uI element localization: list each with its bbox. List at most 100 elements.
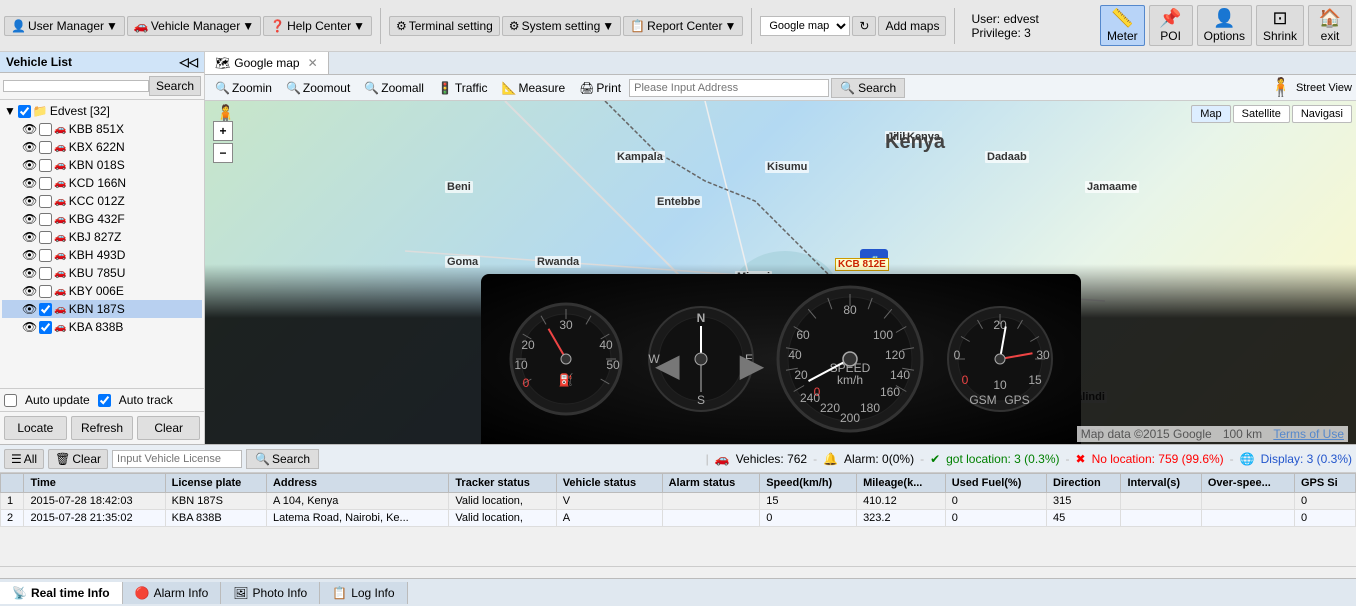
list-item[interactable]: 👁 🚗 KBH 493D	[2, 246, 202, 264]
print-btn[interactable]: 🖨 Print	[573, 79, 627, 97]
map-label-entebbe: Entebbe	[655, 196, 702, 208]
clear-button[interactable]: Clear	[137, 416, 200, 440]
list-item[interactable]: 👁 🚗 KBX 622N	[2, 138, 202, 156]
poi-btn[interactable]: 📌 POI	[1149, 5, 1193, 46]
table-row[interactable]: 2 2015-07-28 21:35:02 KBA 838B Latema Ro…	[1, 510, 1356, 527]
map-view-btn[interactable]: Map	[1191, 105, 1230, 123]
add-maps-btn[interactable]: Add maps	[878, 16, 946, 36]
zoomout-btn[interactable]: 🔍 Zoomout	[280, 79, 356, 97]
cell-interval	[1121, 493, 1201, 510]
v9-checkbox[interactable]	[39, 267, 52, 280]
svg-text:120: 120	[885, 348, 905, 362]
log-tab[interactable]: 📋 Log Info	[320, 582, 407, 604]
list-item[interactable]: 👁 🚗 KBB 851X	[2, 120, 202, 138]
report-center-btn[interactable]: 📋 Report Center ▼	[623, 16, 743, 36]
car-icon: 🚗	[54, 322, 66, 333]
horizontal-scrollbar[interactable]	[0, 566, 1356, 578]
zoomin-btn[interactable]: 🔍 Zoomin	[209, 79, 278, 97]
refresh-button[interactable]: Refresh	[71, 416, 134, 440]
table-row[interactable]: 1 2015-07-28 18:42:03 KBN 187S A 104, Ke…	[1, 493, 1356, 510]
svg-text:⛽: ⛽	[559, 373, 574, 387]
zoomall-icon: 🔍	[364, 81, 379, 95]
meter-btn[interactable]: 📏 Meter	[1100, 5, 1145, 46]
v12-checkbox[interactable]	[39, 321, 52, 334]
v4-checkbox[interactable]	[39, 177, 52, 190]
list-item[interactable]: 👁 🚗 KBN 018S	[2, 156, 202, 174]
zoom-out-btn[interactable]: −	[213, 143, 233, 163]
shrink-btn[interactable]: ⊡ Shrink	[1256, 5, 1304, 46]
photo-tab[interactable]: 🖼 Photo Info	[221, 582, 320, 604]
second-row-menus: ⚙ Terminal setting ⚙ System setting ▼ 📋 …	[389, 16, 743, 36]
measure-icon: 📐	[502, 81, 517, 95]
list-item[interactable]: 👁 🚗 KBA 838B	[2, 318, 202, 336]
data-table: Time License plate Address Tracker statu…	[0, 473, 1356, 566]
next-arrow[interactable]: ▶	[740, 346, 765, 384]
map-container[interactable]: Beni Kampala Entebbe Kisumu Jilib Dadaab…	[205, 101, 1356, 444]
vehicles-icon: 🚗	[715, 452, 730, 466]
alarm-tab[interactable]: 🔴 Alarm Info	[123, 582, 222, 604]
col-tracker: Tracker status	[449, 474, 556, 493]
terminal-setting-btn[interactable]: ⚙ Terminal setting	[389, 16, 500, 36]
zoomin-icon: 🔍	[215, 81, 230, 95]
realtime-tab[interactable]: 📡 Real time Info	[0, 582, 123, 604]
v8-checkbox[interactable]	[39, 249, 52, 262]
locate-button[interactable]: Locate	[4, 416, 67, 440]
eye-icon: 👁	[22, 302, 37, 316]
address-input[interactable]	[629, 79, 829, 97]
navigasi-view-btn[interactable]: Navigasi	[1292, 105, 1352, 123]
map-search-button[interactable]: 🔍 Search	[831, 78, 905, 98]
refresh-icon: ↻	[859, 19, 869, 33]
tree-root-item[interactable]: ▼ 📁 Edvest [32]	[2, 102, 202, 120]
gauge-nav-arrows: ◀ ▶	[655, 346, 764, 384]
v10-checkbox[interactable]	[39, 285, 52, 298]
traffic-btn[interactable]: 🚦 Traffic	[432, 79, 494, 97]
zoom-in-btn[interactable]: +	[213, 121, 233, 141]
zoomall-btn[interactable]: 🔍 Zoomall	[358, 79, 430, 97]
gsm-gauge-svg: 0 0 20 15 30 10 GSM GPS	[945, 304, 1055, 414]
auto-track-checkbox[interactable]	[98, 394, 111, 407]
measure-btn[interactable]: 📐 Measure	[496, 79, 572, 97]
v5-checkbox[interactable]	[39, 195, 52, 208]
all-vehicles-btn[interactable]: ☰ All	[4, 449, 44, 469]
vehicle-manager-btn[interactable]: 🚗 Vehicle Manager ▼	[127, 16, 261, 36]
v11-checkbox[interactable]	[39, 303, 52, 316]
poi-icon: 📌	[1159, 8, 1181, 29]
list-item[interactable]: 👁 🚗 KBU 785U	[2, 264, 202, 282]
svg-text:240: 240	[800, 391, 820, 405]
v1-checkbox[interactable]	[39, 123, 52, 136]
cell-tracker: Valid location,	[449, 493, 556, 510]
options-btn[interactable]: 👤 Options	[1197, 5, 1252, 46]
satellite-view-btn[interactable]: Satellite	[1233, 105, 1290, 123]
v2-checkbox[interactable]	[39, 141, 52, 154]
close-tab-icon[interactable]: ✕	[308, 56, 318, 70]
prev-arrow[interactable]: ◀	[655, 346, 680, 384]
v3-checkbox[interactable]	[39, 159, 52, 172]
collapse-icon[interactable]: ◁◁	[180, 55, 198, 69]
license-plate-input[interactable]	[112, 450, 242, 468]
license-search-btn[interactable]: 🔍 Search	[246, 449, 319, 469]
vehicle-search-input[interactable]	[3, 80, 149, 92]
user-manager-btn[interactable]: 👤 User Manager ▼	[4, 16, 125, 36]
eye-icon: 👁	[22, 266, 37, 280]
map-type-select[interactable]: Google map Baidu map OSM	[760, 16, 850, 36]
vehicle-search-button[interactable]: Search	[149, 76, 201, 96]
list-item[interactable]: 👁 🚗 KBJ 827Z	[2, 228, 202, 246]
help-center-btn[interactable]: ❓ Help Center ▼	[263, 16, 372, 36]
root-checkbox[interactable]	[18, 105, 31, 118]
map-tab-google[interactable]: 🗺 Google map ✕	[205, 52, 329, 74]
v6-checkbox[interactable]	[39, 213, 52, 226]
cell-speed: 15	[760, 493, 857, 510]
cell-plate: KBN 187S	[165, 493, 266, 510]
list-item[interactable]: 👁 🚗 KBG 432F	[2, 210, 202, 228]
list-item[interactable]: 👁 🚗 KBY 006E	[2, 282, 202, 300]
v7-checkbox[interactable]	[39, 231, 52, 244]
bottom-clear-btn[interactable]: 🗑 Clear	[48, 449, 108, 469]
sep2	[751, 8, 752, 44]
list-item[interactable]: 👁 🚗 KCD 166N	[2, 174, 202, 192]
list-item[interactable]: 👁 🚗 KBN 187S	[2, 300, 202, 318]
auto-update-checkbox[interactable]	[4, 394, 17, 407]
refresh-icon-btn[interactable]: ↻	[852, 16, 876, 36]
exit-btn[interactable]: 🏠 exit	[1308, 5, 1352, 46]
system-setting-btn[interactable]: ⚙ System setting ▼	[502, 16, 621, 36]
list-item[interactable]: 👁 🚗 KCC 012Z	[2, 192, 202, 210]
